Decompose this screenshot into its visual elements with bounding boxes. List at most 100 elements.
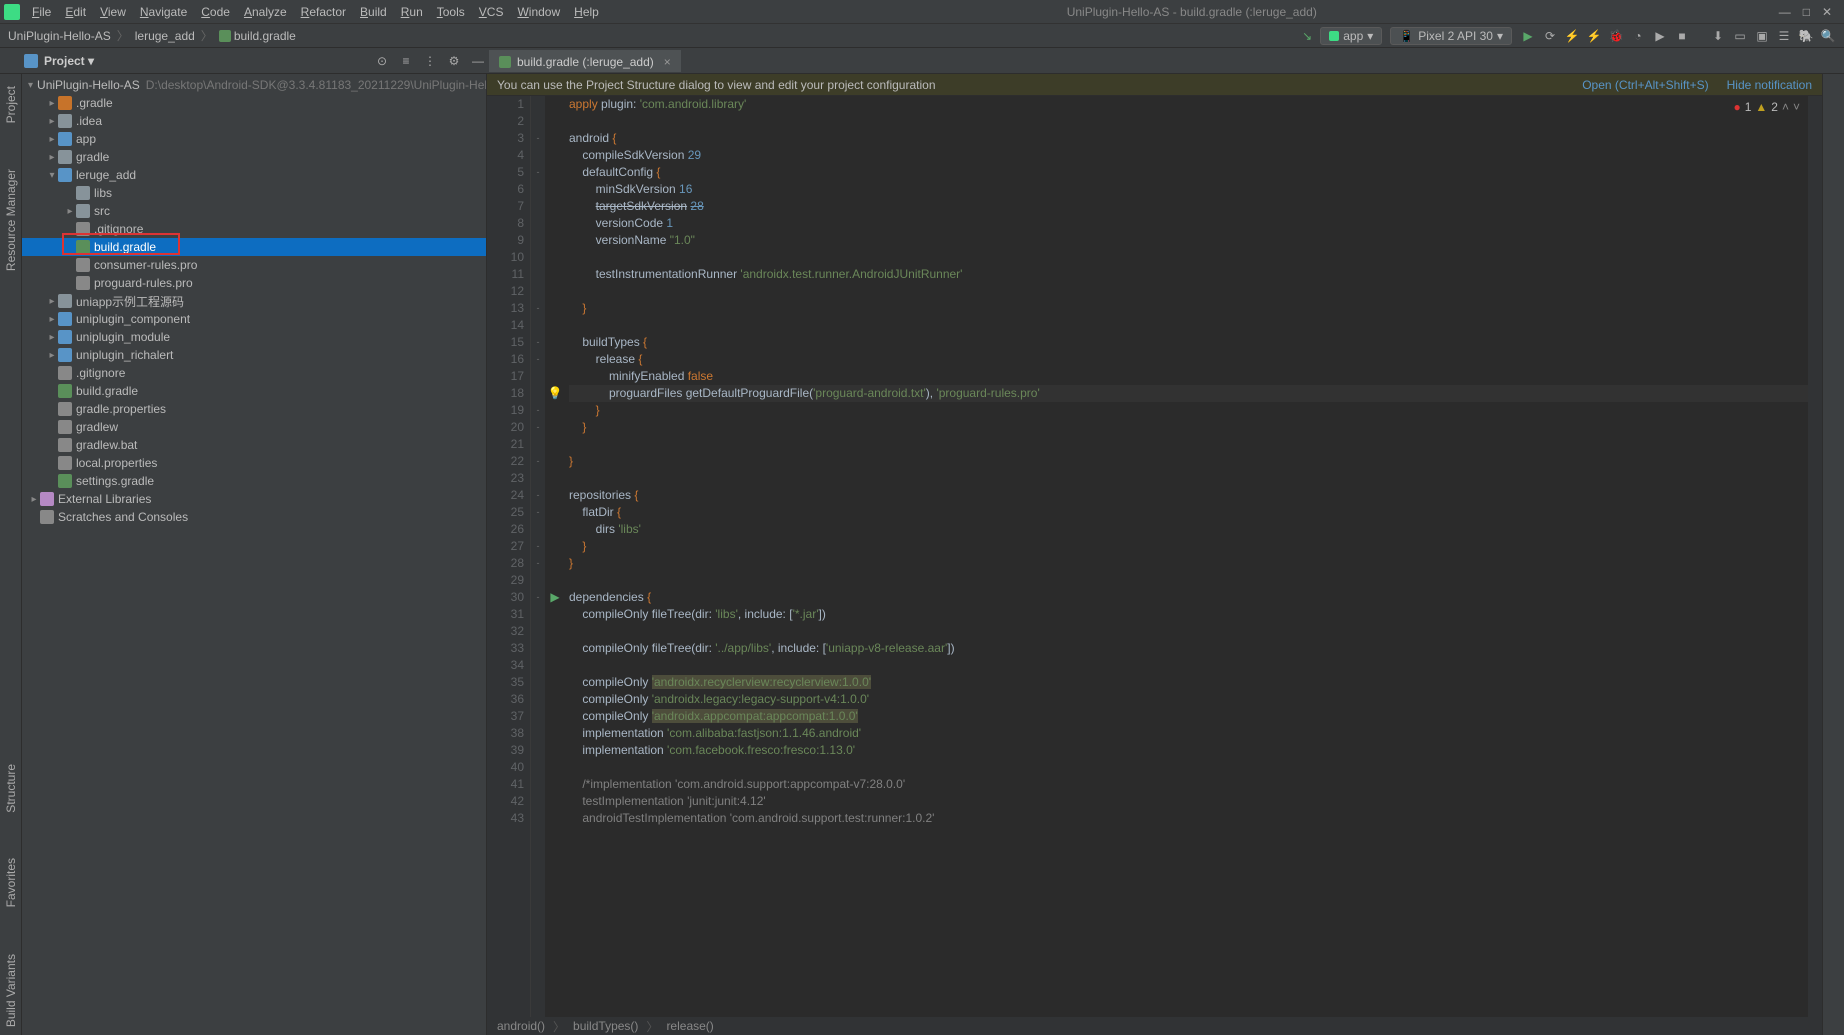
editor-breadcrumb-item[interactable]: buildTypes() — [573, 1019, 638, 1033]
line-number[interactable]: 2 — [487, 113, 524, 130]
code-line[interactable]: androidTestImplementation 'com.android.s… — [569, 810, 1808, 827]
code-line[interactable] — [569, 470, 1808, 487]
project-tool-button[interactable]: Project — [4, 78, 18, 131]
tree-item[interactable]: settings.gradle — [22, 472, 486, 490]
project-tree[interactable]: ▾UniPlugin-Hello-ASD:\desktop\Android-SD… — [22, 74, 487, 1035]
tree-arrow-icon[interactable]: ▸ — [46, 350, 58, 361]
tree-item[interactable]: gradlew — [22, 418, 486, 436]
line-number[interactable]: 27 — [487, 538, 524, 555]
tree-item[interactable]: local.properties — [22, 454, 486, 472]
code-line[interactable]: flatDir { — [569, 504, 1808, 521]
fold-marker-icon[interactable] — [531, 725, 545, 742]
close-icon[interactable]: ✕ — [1822, 5, 1832, 19]
fold-marker-icon[interactable] — [531, 385, 545, 402]
fold-marker-icon[interactable] — [531, 606, 545, 623]
chevron-up-icon[interactable]: ˄ — [1782, 100, 1789, 114]
banner-hide-link[interactable]: Hide notification — [1727, 78, 1812, 92]
code-line[interactable] — [569, 283, 1808, 300]
line-number[interactable]: 9 — [487, 232, 524, 249]
fold-marker-icon[interactable] — [531, 793, 545, 810]
tree-item[interactable]: proguard-rules.pro — [22, 274, 486, 292]
line-number[interactable]: 1 — [487, 96, 524, 113]
fold-marker-icon[interactable] — [531, 181, 545, 198]
build-variants-tool-button[interactable]: Build Variants — [4, 946, 18, 1035]
line-number[interactable]: 17 — [487, 368, 524, 385]
line-number[interactable]: 40 — [487, 759, 524, 776]
code-line[interactable]: apply plugin: 'com.android.library' — [569, 96, 1808, 113]
tree-arrow-icon[interactable]: ▾ — [46, 170, 58, 181]
code-line[interactable]: compileOnly fileTree(dir: '../app/libs',… — [569, 640, 1808, 657]
profiler-icon[interactable]: ◔ — [1630, 28, 1646, 44]
tree-item[interactable]: libs — [22, 184, 486, 202]
line-number[interactable]: 29 — [487, 572, 524, 589]
line-number[interactable]: 22 — [487, 453, 524, 470]
line-number[interactable]: 5 — [487, 164, 524, 181]
tree-item[interactable]: .gitignore — [22, 364, 486, 382]
project-view-selector[interactable]: Project ▾ — [44, 54, 94, 68]
tree-item[interactable]: .gitignore — [22, 220, 486, 238]
line-number[interactable]: 14 — [487, 317, 524, 334]
line-number-gutter[interactable]: 1234567891011121314151617181920212223242… — [487, 96, 531, 1017]
code-line[interactable]: compileSdkVersion 29 — [569, 147, 1808, 164]
tree-item[interactable]: ▸.gradle — [22, 94, 486, 112]
fold-marker-icon[interactable] — [531, 249, 545, 266]
code-line[interactable]: dirs 'libs' — [569, 521, 1808, 538]
fold-marker-icon[interactable] — [531, 436, 545, 453]
code-line[interactable]: } — [569, 453, 1808, 470]
hide-icon[interactable]: — — [469, 52, 487, 70]
fold-marker-icon[interactable]: - — [531, 419, 545, 436]
project-structure-icon[interactable]: ☰ — [1776, 28, 1792, 44]
menu-tools[interactable]: Tools — [431, 3, 471, 21]
tree-arrow-icon[interactable]: ▸ — [46, 116, 58, 127]
line-number[interactable]: 3 — [487, 130, 524, 147]
tree-item[interactable]: ▸uniplugin_component — [22, 310, 486, 328]
line-number[interactable]: 11 — [487, 266, 524, 283]
fold-marker-icon[interactable] — [531, 266, 545, 283]
code-line[interactable]: } — [569, 419, 1808, 436]
fold-marker-icon[interactable] — [531, 759, 545, 776]
fold-marker-icon[interactable]: - — [531, 130, 545, 147]
fold-marker-icon[interactable]: - — [531, 351, 545, 368]
line-number[interactable]: 41 — [487, 776, 524, 793]
code-line[interactable]: implementation 'com.facebook.fresco:fres… — [569, 742, 1808, 759]
fold-marker-icon[interactable] — [531, 640, 545, 657]
fold-marker-icon[interactable]: - — [531, 453, 545, 470]
line-number[interactable]: 33 — [487, 640, 524, 657]
close-tab-icon[interactable]: × — [664, 55, 671, 69]
fold-marker-icon[interactable] — [531, 691, 545, 708]
fold-marker-icon[interactable] — [531, 317, 545, 334]
menu-code[interactable]: Code — [195, 3, 236, 21]
fold-marker-icon[interactable] — [531, 572, 545, 589]
icon-gutter[interactable]: 💡▶ — [545, 96, 565, 1017]
fold-gutter[interactable]: ------------- — [531, 96, 545, 1017]
fold-marker-icon[interactable] — [531, 147, 545, 164]
line-number[interactable]: 30 — [487, 589, 524, 606]
tree-item[interactable]: ▾UniPlugin-Hello-ASD:\desktop\Android-SD… — [22, 76, 486, 94]
code-line[interactable] — [569, 572, 1808, 589]
fold-marker-icon[interactable]: - — [531, 402, 545, 419]
code-line[interactable]: } — [569, 300, 1808, 317]
line-number[interactable]: 16 — [487, 351, 524, 368]
tree-arrow-icon[interactable]: ▸ — [46, 134, 58, 145]
fold-marker-icon[interactable]: - — [531, 589, 545, 606]
tree-item[interactable]: ▸uniplugin_module — [22, 328, 486, 346]
fold-marker-icon[interactable]: - — [531, 504, 545, 521]
line-number[interactable]: 4 — [487, 147, 524, 164]
expand-all-icon[interactable]: ≡ — [397, 52, 415, 70]
menu-refactor[interactable]: Refactor — [295, 3, 352, 21]
line-number[interactable]: 34 — [487, 657, 524, 674]
breadcrumb-item[interactable]: build.gradle — [219, 29, 296, 43]
search-everywhere-icon[interactable]: 🔍 — [1820, 28, 1836, 44]
line-number[interactable]: 7 — [487, 198, 524, 215]
line-number[interactable]: 18 — [487, 385, 524, 402]
line-number[interactable]: 15 — [487, 334, 524, 351]
line-number[interactable]: 43 — [487, 810, 524, 827]
fold-marker-icon[interactable] — [531, 368, 545, 385]
menu-edit[interactable]: Edit — [59, 3, 92, 21]
line-number[interactable]: 20 — [487, 419, 524, 436]
device-selector[interactable]: 📱 Pixel 2 API 30 ▾ — [1390, 27, 1512, 45]
error-stripe[interactable] — [1808, 96, 1822, 1017]
tree-item[interactable]: ▸uniapp示例工程源码 — [22, 292, 486, 310]
code-content[interactable]: apply plugin: 'com.android.library' andro… — [565, 96, 1808, 1017]
favorites-tool-button[interactable]: Favorites — [4, 850, 18, 915]
